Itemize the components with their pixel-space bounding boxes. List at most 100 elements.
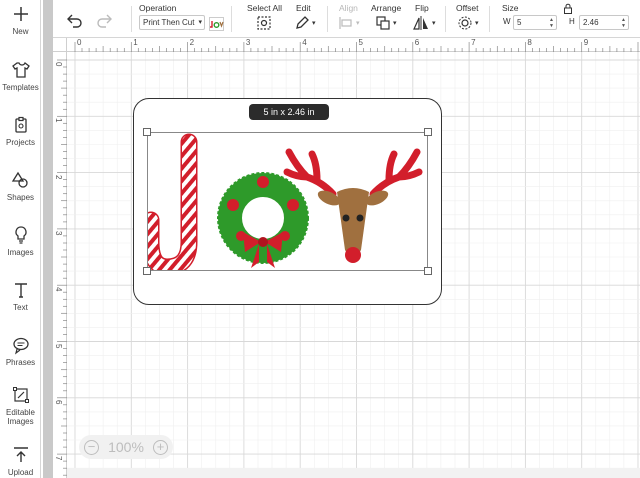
sidebar-item-label: Editable Images bbox=[6, 408, 35, 426]
height-value: 2.46 bbox=[583, 18, 599, 27]
select-all-button[interactable] bbox=[256, 14, 272, 32]
pencil-icon bbox=[296, 16, 309, 29]
ruler-number: 6 bbox=[54, 399, 63, 405]
edit-button[interactable]: ▾ bbox=[294, 14, 316, 32]
operation-select[interactable]: Print Then Cut ▾ bbox=[139, 15, 205, 30]
redo-icon bbox=[97, 14, 112, 28]
ruler-number: 1 bbox=[133, 38, 138, 47]
sidebar-item-label: Phrases bbox=[5, 358, 36, 367]
sidebar-item-phrases[interactable]: Phrases bbox=[0, 335, 41, 385]
align-icon bbox=[339, 17, 352, 29]
resize-handle-bottom-right[interactable] bbox=[424, 267, 432, 275]
chevron-down-icon: ▾ bbox=[475, 20, 479, 27]
sidebar-item-label: New bbox=[12, 27, 29, 36]
text-icon bbox=[14, 283, 27, 298]
offset-button[interactable]: ▾ bbox=[457, 14, 479, 32]
sidebar-item-label: Projects bbox=[6, 138, 35, 147]
operation-swatch-button[interactable] bbox=[209, 15, 224, 33]
edit-label: Edit bbox=[296, 3, 311, 13]
sidebar-item-images[interactable]: Images bbox=[0, 225, 41, 275]
resize-handle-bottom-left[interactable] bbox=[143, 267, 151, 275]
height-input[interactable]: 2.46 ▲ ▼ bbox=[579, 15, 629, 30]
design-canvas[interactable]: 5 in x 2.46 in − 100% + bbox=[67, 52, 640, 478]
offset-icon bbox=[458, 16, 472, 30]
sidebar-item-new[interactable]: New bbox=[0, 4, 41, 54]
ruler-number: 4 bbox=[302, 38, 307, 47]
select-all-label: Select All bbox=[247, 3, 282, 13]
size-tooltip: 5 in x 2.46 in bbox=[249, 104, 329, 120]
zoom-control: − 100% + bbox=[79, 435, 173, 459]
clipboard-icon bbox=[14, 116, 27, 133]
width-input[interactable]: 5 ▲ ▼ bbox=[513, 15, 557, 30]
align-button[interactable]: ▾ bbox=[338, 14, 360, 32]
stepper-arrows-icon[interactable]: ▲ ▼ bbox=[621, 17, 626, 29]
horizontal-scrollbar[interactable] bbox=[67, 468, 640, 478]
flip-label: Flip bbox=[415, 3, 429, 13]
sidebar-item-label: Images bbox=[7, 248, 34, 257]
ruler-number: 5 bbox=[54, 343, 63, 348]
align-label: Align bbox=[339, 3, 358, 13]
chevron-down-icon: ▾ bbox=[312, 20, 316, 27]
selection-box[interactable] bbox=[147, 132, 428, 271]
toolbar-divider bbox=[445, 6, 446, 32]
lock-icon[interactable] bbox=[563, 3, 573, 14]
flip-icon bbox=[413, 16, 428, 30]
chevron-down-icon: ▾ bbox=[432, 20, 436, 27]
ruler-number: 1 bbox=[54, 118, 63, 123]
offset-label: Offset bbox=[456, 3, 479, 13]
toolbar-divider bbox=[327, 6, 328, 32]
undo-button[interactable] bbox=[66, 11, 84, 29]
sidebar-item-templates[interactable]: Templates bbox=[0, 60, 41, 110]
chevron-down-icon: ▾ bbox=[198, 19, 202, 26]
redo-button[interactable] bbox=[95, 11, 113, 29]
height-label: H bbox=[569, 17, 575, 26]
sidebar-item-editable-images[interactable]: Editable Images bbox=[0, 385, 41, 441]
stepper-arrows-icon[interactable]: ▲ ▼ bbox=[549, 17, 554, 29]
operation-value: Print Then Cut bbox=[143, 18, 195, 27]
design-space-app: New Templates Projects Shapes Images Tex… bbox=[0, 0, 640, 478]
lightbulb-icon bbox=[14, 226, 27, 244]
shirt-icon bbox=[11, 62, 30, 78]
resize-handle-top-right[interactable] bbox=[424, 128, 432, 136]
toolbar-divider bbox=[489, 6, 490, 32]
flip-button[interactable]: ▾ bbox=[412, 14, 436, 32]
toolbar-divider bbox=[131, 6, 132, 32]
editable-image-icon bbox=[12, 387, 29, 403]
chevron-down-icon: ▾ bbox=[356, 20, 360, 27]
sidebar-item-label: Upload bbox=[7, 468, 34, 477]
ruler-number: 3 bbox=[245, 38, 251, 47]
horizontal-ruler: 012345678910 bbox=[67, 38, 640, 52]
ruler-number: 2 bbox=[54, 174, 63, 180]
sidebar-item-text[interactable]: Text bbox=[0, 280, 41, 330]
ruler-corner bbox=[53, 38, 67, 52]
sidebar-item-label: Shapes bbox=[6, 193, 35, 202]
upload-icon bbox=[13, 447, 28, 462]
ruler-number: 8 bbox=[527, 38, 532, 47]
ruler-number: 0 bbox=[54, 62, 63, 67]
ruler-number: 7 bbox=[54, 456, 63, 461]
sidebar-item-upload[interactable]: Upload bbox=[0, 445, 41, 478]
arrange-button[interactable]: ▾ bbox=[375, 14, 397, 32]
sidebar-scrollbar[interactable] bbox=[43, 0, 53, 478]
shapes-icon bbox=[11, 171, 28, 188]
chevron-down-icon: ▾ bbox=[393, 20, 397, 27]
ruler-number: 6 bbox=[414, 38, 420, 47]
size-label: Size bbox=[502, 3, 519, 13]
sidebar-item-label: Templates bbox=[2, 83, 39, 92]
resize-handle-top-left[interactable] bbox=[143, 128, 151, 136]
ruler-ticks bbox=[57, 59, 67, 476]
arrange-label: Arrange bbox=[371, 3, 402, 13]
zoom-out-button[interactable]: − bbox=[84, 439, 99, 455]
sidebar-item-projects[interactable]: Projects bbox=[0, 115, 41, 165]
width-value: 5 bbox=[517, 18, 522, 27]
ruler-number: 4 bbox=[54, 287, 63, 292]
width-label: W bbox=[503, 17, 511, 26]
undo-icon bbox=[67, 14, 82, 28]
sidebar-item-shapes[interactable]: Shapes bbox=[0, 170, 41, 220]
ruler-number: 7 bbox=[471, 38, 476, 47]
arrange-icon bbox=[376, 16, 390, 30]
zoom-in-button[interactable]: + bbox=[153, 439, 168, 455]
top-toolbar: Operation Print Then Cut ▾ Select All Edi… bbox=[53, 0, 640, 38]
ruler-number: 3 bbox=[54, 230, 63, 236]
sidebar-item-label: Text bbox=[13, 303, 28, 312]
